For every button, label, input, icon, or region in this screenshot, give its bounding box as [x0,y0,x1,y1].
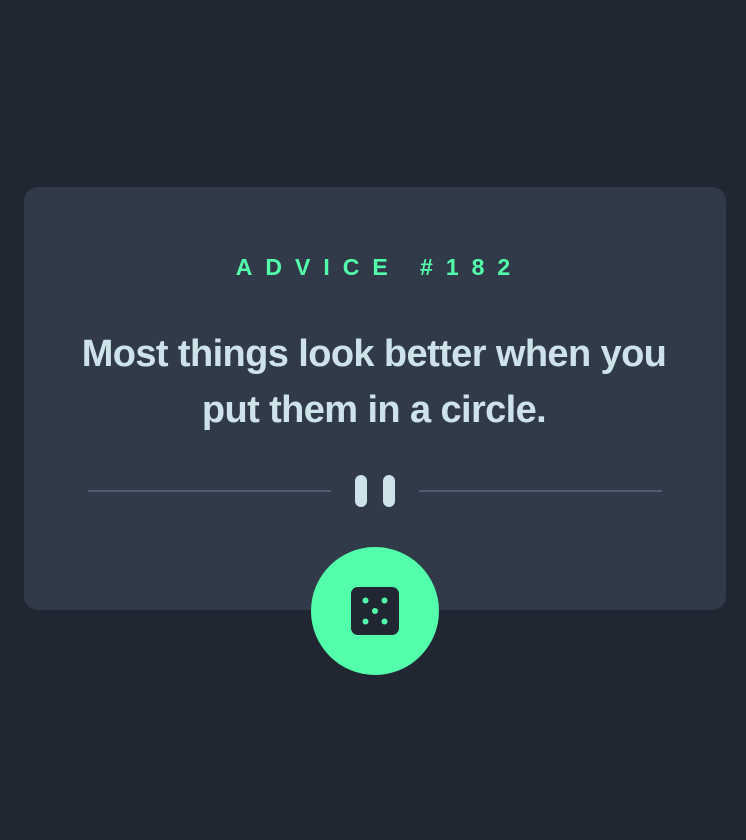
advice-quote: Most things look better when you put the… [81,333,667,431]
divider-line-left [88,490,331,492]
dice-icon [351,587,399,635]
new-advice-button[interactable] [311,547,439,675]
advice-page: ADVICE #182 Most things look better when… [0,0,746,840]
pause-icon [355,475,395,507]
divider-line-right [419,490,662,492]
advice-number-label: ADVICE #182 [235,254,524,280]
